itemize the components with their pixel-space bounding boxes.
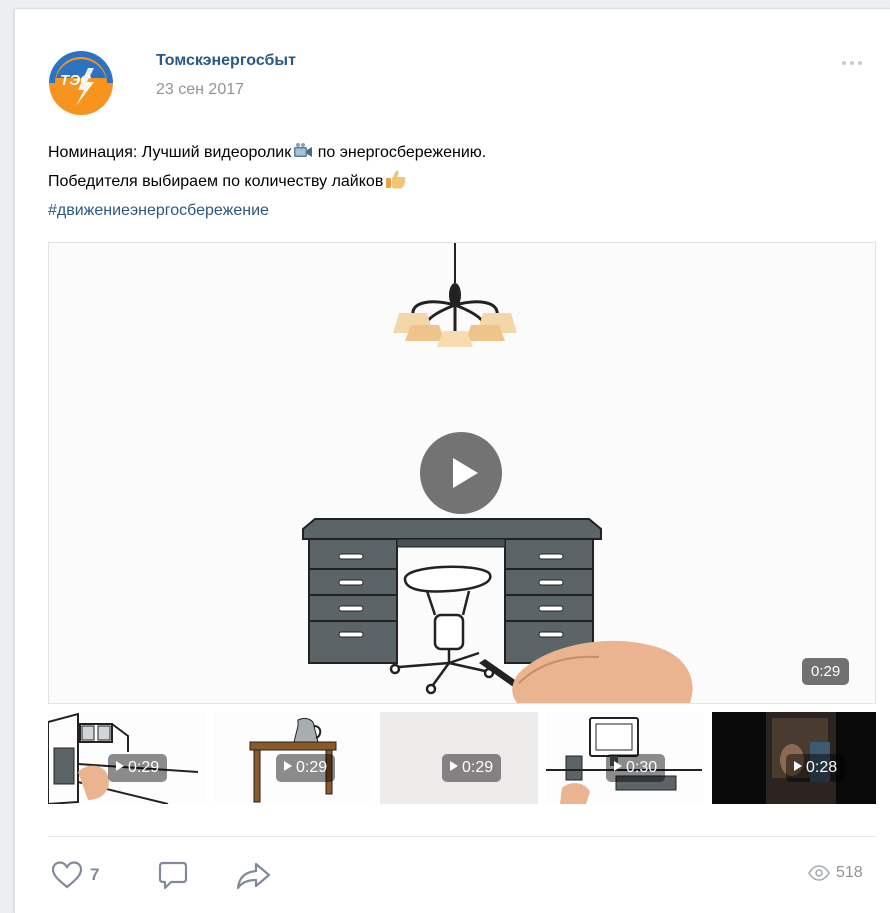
video-thumbnails: 0:29 0:29 0:29 0:30 0:28: [48, 712, 878, 804]
video-camera-emoji: [293, 142, 313, 169]
comment-button[interactable]: [156, 860, 190, 892]
thumbnail-duration: 0:29: [276, 754, 336, 782]
thumbnail-duration: 0:30: [606, 754, 666, 782]
video-thumbnail[interactable]: 0:29: [48, 712, 206, 804]
share-icon: [236, 862, 271, 890]
play-icon: [614, 761, 622, 771]
heart-icon: [51, 861, 83, 889]
hashtag-link[interactable]: #движениеэнергосбережение: [48, 202, 269, 219]
post-date-link[interactable]: 23 сен 2017: [156, 81, 244, 99]
views-count: 518: [836, 864, 863, 881]
thumbnail-duration: 0:29: [442, 754, 502, 782]
play-icon: [450, 761, 458, 771]
play-icon: [284, 761, 292, 771]
like-count: 7: [90, 865, 100, 884]
play-icon: [453, 458, 478, 488]
video-thumbnail[interactable]: 0:30: [546, 712, 704, 804]
thumbnail-duration: 0:28: [786, 754, 846, 782]
video-thumbnail[interactable]: 0:29: [380, 712, 538, 804]
text-line1-b: по энергосбережению.: [313, 144, 487, 161]
thumbnail-duration: 0:29: [108, 754, 168, 782]
text-line2: Победителя выбираем по количеству лайков: [48, 173, 384, 190]
like-button[interactable]: 7: [50, 860, 99, 890]
community-avatar[interactable]: ТЭС: [48, 50, 114, 116]
comment-icon: [158, 861, 188, 890]
eye-icon: [808, 865, 830, 881]
play-icon: [794, 761, 802, 771]
thumbs-up-emoji: [385, 169, 407, 198]
play-button[interactable]: [420, 432, 502, 514]
video-thumbnail[interactable]: 0:29: [214, 712, 372, 804]
avatar-text: ТЭС: [60, 72, 91, 89]
play-icon: [116, 761, 124, 771]
author-name-link[interactable]: Томскэнергосбыт: [156, 52, 296, 70]
video-thumbnail[interactable]: 0:28: [712, 712, 876, 804]
main-video-duration: 0:29: [802, 658, 850, 685]
share-button[interactable]: [234, 860, 274, 892]
views-counter: 518: [808, 864, 863, 882]
more-icon[interactable]: [842, 58, 868, 68]
actions-divider: [48, 836, 876, 837]
post-text: Номинация: Лучший видеоролик по энергосб…: [48, 140, 848, 224]
text-line1-a: Номинация: Лучший видеоролик: [48, 144, 292, 161]
